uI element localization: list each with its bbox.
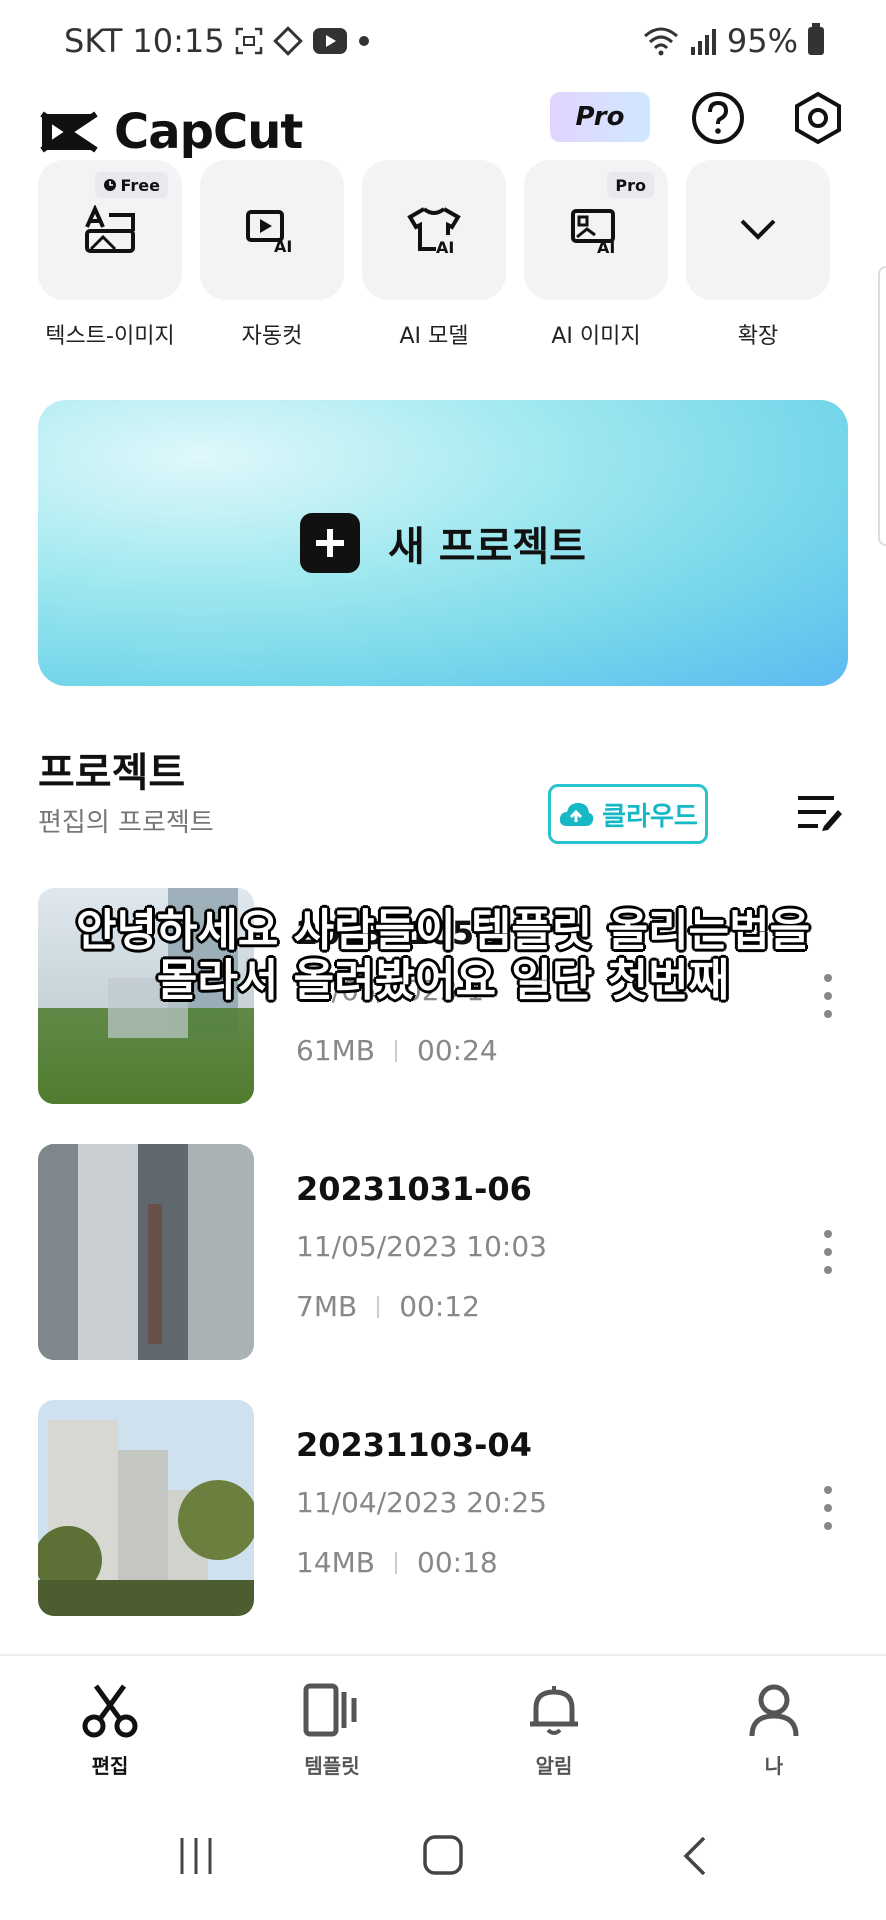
project-row[interactable]: 20231031-06 11/05/2023 10:03 7MB 00:12	[38, 1144, 848, 1360]
nav-notifications[interactable]: 알림	[494, 1682, 614, 1779]
app-name: CapCut	[114, 104, 303, 160]
nav-me[interactable]: 나	[714, 1682, 834, 1779]
tool-text-to-image[interactable]: Free 텍스트-이미지	[38, 160, 182, 350]
nav-edit[interactable]: 편집	[50, 1682, 170, 1779]
ai-image-icon: AI	[571, 209, 615, 255]
tool-expand[interactable]: 확장	[686, 160, 830, 350]
divider	[395, 1039, 397, 1062]
projects-title: 프로젝트	[38, 750, 186, 796]
tool-label: 확장	[737, 324, 779, 349]
nav-templates[interactable]: 템플릿	[272, 1682, 392, 1779]
dot-icon	[358, 36, 369, 46]
manage-list-icon[interactable]	[796, 792, 844, 832]
home-icon[interactable]	[422, 1834, 464, 1876]
pro-badge: Pro	[607, 172, 654, 198]
project-size: 61MB	[296, 1034, 375, 1067]
system-navigation-bar	[0, 1794, 886, 1920]
bottom-navigation: 편집 템플릿 알림 나	[0, 1654, 886, 1796]
user-icon	[749, 1684, 799, 1737]
tool-ai-image[interactable]: Pro AI AI 이미지	[524, 160, 668, 350]
tool-shortcuts: Free 텍스트-이미지 AI 자동컷 AI AI 모델 Pro AI AI 이…	[38, 160, 848, 360]
caption-line-1: 안녕하세요 사람들이 템플릿 올리는법을	[75, 905, 811, 956]
tool-label: AI 모델	[399, 324, 469, 349]
bell-icon	[530, 1686, 578, 1735]
new-project-label: 새 프로젝트	[388, 524, 586, 570]
screenshot-icon	[235, 27, 262, 55]
template-icon	[303, 1683, 357, 1737]
tool-label: 자동컷	[241, 324, 303, 349]
nav-label: 편집	[91, 1754, 129, 1778]
tool-label: 텍스트-이미지	[45, 324, 175, 349]
caption-line-2: 몰라서 올려봤어요 일단 첫번째	[156, 955, 730, 1006]
project-date: 11/04/2023 20:25	[296, 1486, 547, 1519]
project-thumbnail	[38, 1400, 254, 1616]
project-name: 20231031-06	[296, 1170, 532, 1208]
tool-label: AI 이미지	[551, 324, 641, 349]
svg-text:AI: AI	[436, 238, 454, 255]
chevron-down-icon	[740, 219, 776, 240]
project-row[interactable]: 20231103-04 11/04/2023 20:25 14MB 00:18	[38, 1400, 848, 1616]
pro-button[interactable]: Pro	[550, 92, 650, 142]
nav-label: 알림	[535, 1754, 573, 1778]
project-thumbnail	[38, 1144, 254, 1360]
recent-apps-icon[interactable]	[176, 1836, 216, 1876]
ai-model-icon: AI	[407, 207, 461, 255]
project-size: 7MB	[296, 1290, 358, 1323]
tool-ai-model[interactable]: AI AI 모델	[362, 160, 506, 350]
capcut-status-icon	[272, 26, 303, 56]
plus-icon	[300, 513, 361, 573]
more-options-icon[interactable]	[820, 1228, 836, 1276]
settings-icon[interactable]	[788, 88, 848, 148]
svg-text:AI: AI	[597, 238, 615, 255]
battery-icon	[808, 23, 824, 55]
nav-label: 템플릿	[304, 1754, 360, 1778]
free-badge: Free	[94, 172, 168, 198]
cloud-button[interactable]: 클라우드	[548, 784, 708, 844]
youtube-icon	[312, 28, 347, 54]
wifi-icon	[643, 27, 678, 56]
capcut-logo-icon	[40, 111, 98, 153]
project-size: 14MB	[296, 1546, 375, 1579]
project-duration: 00:24	[417, 1034, 498, 1067]
text-to-image-icon	[85, 205, 135, 253]
signal-icon	[690, 29, 716, 55]
project-date: 11/05/2023 10:03	[296, 1230, 547, 1263]
scissors-icon	[82, 1684, 138, 1738]
carrier-label: SKT	[64, 22, 123, 60]
tool-autocut[interactable]: AI 자동컷	[200, 160, 344, 350]
project-name: 20231103-04	[296, 1426, 532, 1464]
project-duration: 00:18	[417, 1546, 498, 1579]
video-caption-overlay: 안녕하세요 사람들이 템플릿 올리는법을 몰라서 올려봤어요 일단 첫번째	[40, 906, 846, 1006]
clock: 10:15	[132, 22, 225, 60]
svg-text:AI: AI	[274, 237, 292, 254]
divider	[377, 1295, 380, 1318]
nav-label: 나	[764, 1754, 784, 1778]
help-icon[interactable]	[688, 88, 748, 148]
status-bar: SKT 10:15 95%	[0, 0, 886, 84]
back-icon[interactable]	[680, 1834, 710, 1878]
more-options-icon[interactable]	[820, 1484, 836, 1532]
autocut-icon: AI	[246, 210, 292, 254]
projects-subtitle: 편집의 프로젝트	[38, 808, 214, 838]
scroll-indicator	[878, 266, 886, 546]
divider	[395, 1551, 397, 1574]
battery-percent: 95%	[726, 22, 798, 60]
project-duration: 00:12	[399, 1290, 480, 1323]
cloud-upload-icon	[560, 803, 594, 826]
clock-icon	[103, 179, 116, 191]
new-project-button[interactable]: 새 프로젝트	[38, 400, 848, 686]
cloud-label: 클라우드	[602, 801, 698, 832]
